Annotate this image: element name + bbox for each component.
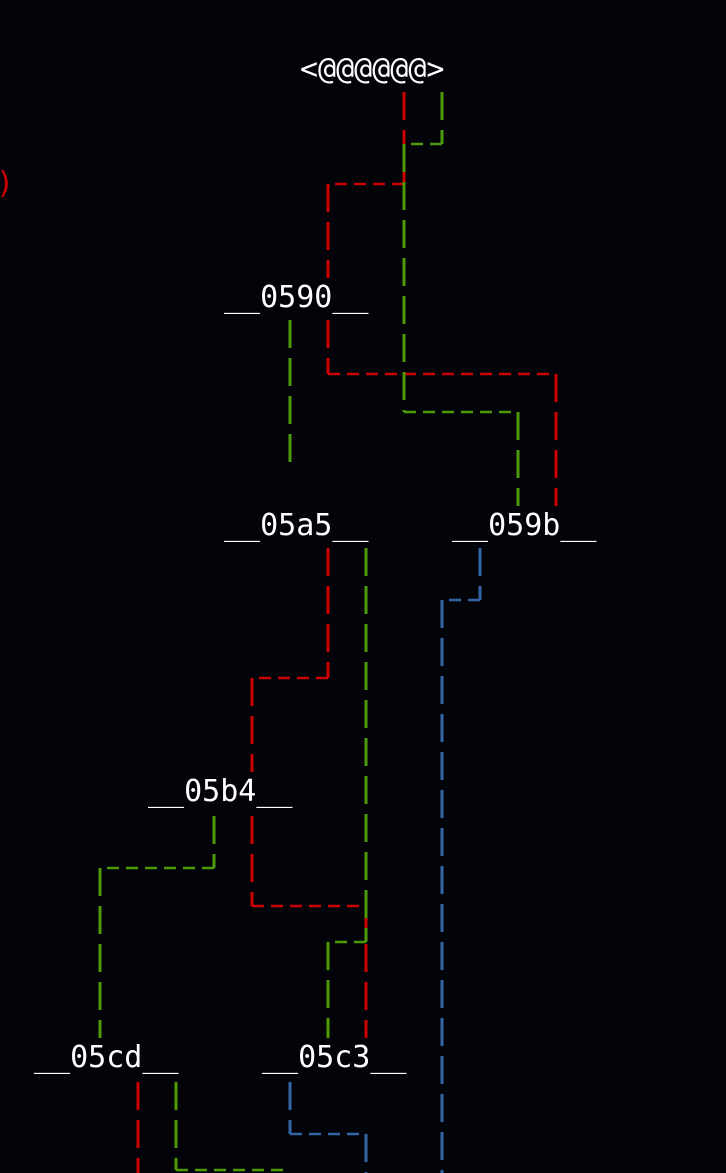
node-label-059b: __059b__ (452, 508, 597, 543)
git-graph-diagram: <@@@@@@> ) __0590__ __05a5__ __059b__ __… (0, 52, 597, 1173)
edge-lines (98, 92, 558, 1173)
node-label-05c3: __05c3__ (262, 1040, 407, 1075)
root-node-label: <@@@@@@> (300, 52, 445, 87)
node-label-05cd: __05cd__ (34, 1040, 179, 1075)
node-label-05b4: __05b4__ (148, 774, 293, 809)
edge-cut-mark: ) (0, 166, 14, 201)
node-label-0590: __0590__ (224, 280, 369, 315)
node-label-05a5: __05a5__ (224, 508, 369, 543)
node-labels: <@@@@@@> ) __0590__ __05a5__ __059b__ __… (0, 52, 597, 1075)
